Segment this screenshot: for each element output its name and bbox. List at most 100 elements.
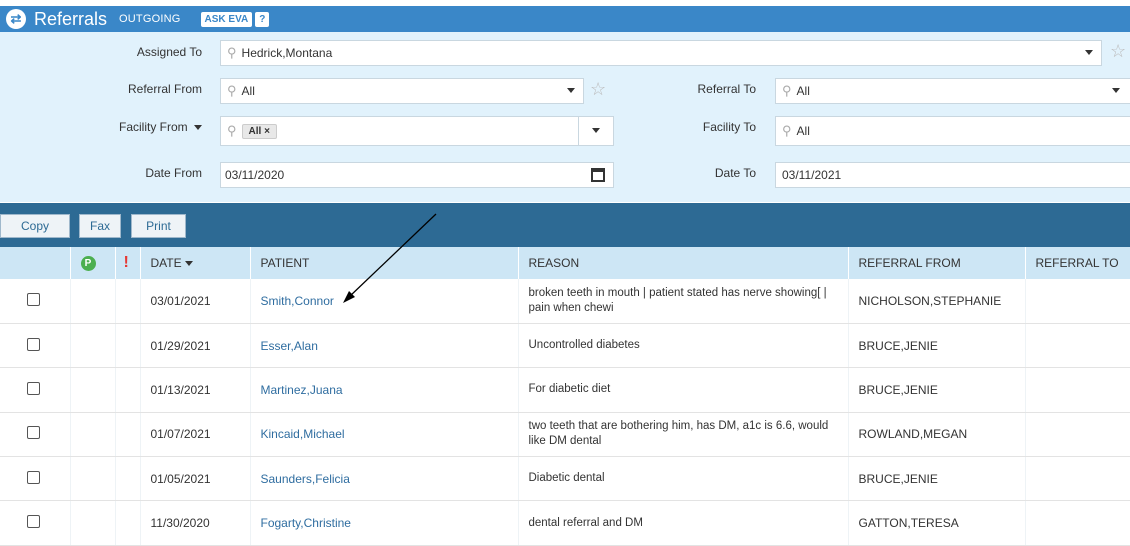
priority-cell (70, 323, 116, 369)
favorite-star-icon[interactable]: ☆ (590, 79, 606, 100)
search-icon: ⚲ (782, 123, 792, 138)
referral-to-cell (1025, 279, 1130, 324)
patient-link[interactable]: Smith,Connor (250, 279, 519, 324)
table-row[interactable]: 01/29/2021 Esser,Alan Uncontrolled diabete… (0, 323, 1130, 369)
date-cell: 01/13/2021 (140, 367, 251, 413)
facility-from-field[interactable]: ⚲ All × (220, 116, 584, 146)
urgent-column-header[interactable]: ! (115, 247, 141, 279)
referral-from-label: Referral From (127, 82, 202, 96)
referral-to-cell (1025, 456, 1130, 502)
row-checkbox-cell (0, 367, 71, 413)
priority-icon: P (80, 256, 96, 271)
favorite-star-icon[interactable]: ☆ (1110, 41, 1126, 62)
date-to-field[interactable]: 03/11/2021 (775, 162, 1130, 188)
date-column-header[interactable]: DATE (140, 247, 251, 279)
priority-cell (70, 500, 116, 546)
chevron-down-icon[interactable] (1085, 50, 1093, 55)
page-subtitle: OUTGOING (119, 13, 181, 25)
refresh-icon[interactable]: ⇄ (6, 9, 26, 29)
row-checkbox-cell (0, 500, 71, 546)
referral-to-cell (1025, 412, 1130, 458)
referral-to-field[interactable]: ⚲ All (775, 78, 1130, 104)
date-cell: 01/07/2021 (140, 412, 251, 458)
table-row[interactable]: 11/30/2020 Fogarty,Christine dental referr… (0, 500, 1130, 546)
priority-cell (70, 456, 116, 502)
facility-to-field[interactable]: ⚲ All (775, 116, 1130, 146)
search-icon: ⚲ (227, 45, 237, 60)
reason-cell: Diabetic dental (518, 456, 849, 502)
row-checkbox[interactable] (27, 337, 40, 351)
table-row[interactable]: 03/01/2021 Smith,Connor broken teeth in mo… (0, 279, 1130, 324)
reason-cell: broken teeth in mouth | patient stated h… (518, 279, 849, 324)
referral-from-cell: GATTON,TERESA (848, 500, 1026, 546)
chevron-down-icon[interactable] (1112, 88, 1120, 93)
reason-column-header[interactable]: REASON (518, 247, 849, 279)
urgent-icon: ! (123, 254, 129, 271)
chevron-down-icon[interactable] (567, 88, 575, 93)
referral-from-cell: BRUCE,JENIE (848, 367, 1026, 413)
assigned-to-field[interactable]: ⚲ Hedrick,Montana (220, 40, 1102, 66)
patient-column-header[interactable]: PATIENT (250, 247, 519, 279)
row-checkbox-cell (0, 323, 71, 369)
copy-button[interactable]: Copy (0, 214, 70, 238)
referral-to-cell (1025, 367, 1130, 413)
date-cell: 01/29/2021 (140, 323, 251, 369)
referral-to-label: Referral To (697, 82, 756, 96)
assigned-to-label: Assigned To (136, 45, 202, 59)
table-header: P ! DATE PATIENT REASON REFERRAL FROM RE… (0, 247, 1130, 279)
title-bar: ⇄ Referrals OUTGOING ASK EVA ? (0, 6, 1130, 32)
date-cell: 01/05/2021 (140, 456, 251, 502)
row-checkbox-cell (0, 456, 71, 502)
select-column-header (0, 247, 71, 279)
referral-from-column-header[interactable]: REFERRAL FROM (848, 247, 1026, 279)
search-icon: ⚲ (782, 83, 792, 98)
search-icon: ⚲ (227, 83, 237, 98)
referral-from-field[interactable]: ⚲ All (220, 78, 584, 104)
urgent-cell (115, 412, 141, 458)
urgent-cell (115, 456, 141, 502)
date-cell: 11/30/2020 (140, 500, 251, 546)
row-checkbox[interactable] (27, 470, 40, 484)
referrals-table: P ! DATE PATIENT REASON REFERRAL FROM RE… (0, 247, 1130, 546)
date-cell: 03/01/2021 (140, 279, 251, 324)
reason-cell: dental referral and DM (518, 500, 849, 546)
urgent-cell (115, 279, 141, 324)
facility-from-label[interactable]: Facility From (90, 120, 202, 134)
help-button[interactable]: ? (255, 11, 270, 27)
referral-to-cell (1025, 323, 1130, 369)
patient-link[interactable]: Martinez,Juana (250, 367, 519, 413)
facility-chip[interactable]: All × (241, 123, 277, 139)
date-from-field[interactable]: 03/11/2020 (220, 162, 614, 188)
urgent-cell (115, 367, 141, 413)
patient-link[interactable]: Saunders,Felicia (250, 456, 519, 502)
table-row[interactable]: 01/07/2021 Kincaid,Michael two teeth that … (0, 412, 1130, 458)
facility-from-dropdown[interactable] (578, 116, 614, 146)
date-to-label: Date To (714, 166, 756, 180)
table-row[interactable]: 01/13/2021 Martinez,Juana For diabetic die… (0, 367, 1130, 413)
priority-cell (70, 279, 116, 324)
row-checkbox-cell (0, 412, 71, 458)
calendar-icon[interactable] (591, 168, 605, 182)
print-button[interactable]: Print (131, 214, 186, 238)
row-checkbox[interactable] (27, 426, 40, 440)
row-checkbox[interactable] (27, 292, 40, 306)
table-row[interactable]: 01/05/2021 Saunders,Felicia Diabetic denta… (0, 456, 1130, 502)
priority-cell (70, 367, 116, 413)
patient-link[interactable]: Esser,Alan (250, 323, 519, 369)
row-checkbox[interactable] (27, 515, 40, 529)
patient-link[interactable]: Kincaid,Michael (250, 412, 519, 458)
priority-column-header[interactable]: P (70, 247, 116, 279)
referral-from-cell: NICHOLSON,STEPHANIE (848, 279, 1026, 324)
action-bar: Copy Fax Print (0, 203, 1130, 247)
referral-from-cell: ROWLAND,MEGAN (848, 412, 1026, 458)
row-checkbox[interactable] (27, 381, 40, 395)
ask-eva-button[interactable]: ASK EVA (200, 11, 253, 27)
fax-button[interactable]: Fax (79, 214, 121, 238)
page-title: Referrals (34, 8, 108, 29)
referral-to-column-header[interactable]: REFERRAL TO (1025, 247, 1130, 279)
referral-from-cell: BRUCE,JENIE (848, 323, 1026, 369)
patient-link[interactable]: Fogarty,Christine (250, 500, 519, 546)
search-icon: ⚲ (227, 123, 237, 138)
priority-cell (70, 412, 116, 458)
reason-cell: Uncontrolled diabetes (518, 323, 849, 369)
